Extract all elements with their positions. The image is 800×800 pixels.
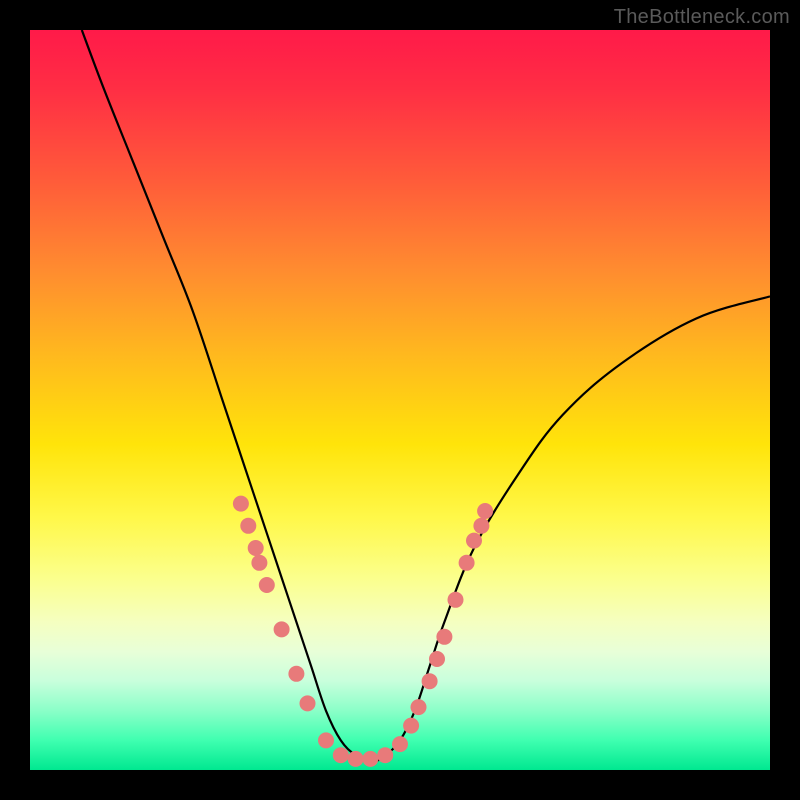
curve-marker xyxy=(274,621,290,637)
curve-marker xyxy=(411,699,427,715)
curve-marker xyxy=(429,651,445,667)
curve-marker xyxy=(333,747,349,763)
curve-marker xyxy=(300,695,316,711)
curve-marker xyxy=(477,503,493,519)
curve-marker xyxy=(248,540,264,556)
curve-marker xyxy=(233,496,249,512)
curve-marker xyxy=(288,666,304,682)
bottleneck-chart-svg xyxy=(30,30,770,770)
curve-marker xyxy=(422,673,438,689)
bottleneck-curve-line xyxy=(82,30,770,763)
curve-marker xyxy=(448,592,464,608)
chart-plot-area xyxy=(30,30,770,770)
curve-marker xyxy=(318,732,334,748)
curve-marker xyxy=(436,629,452,645)
curve-marker xyxy=(377,747,393,763)
curve-marker xyxy=(259,577,275,593)
watermark-text: TheBottleneck.com xyxy=(614,6,790,29)
curve-marker xyxy=(392,736,408,752)
curve-marker xyxy=(240,518,256,534)
curve-marker xyxy=(466,533,482,549)
curve-marker xyxy=(251,555,267,571)
curve-markers-group xyxy=(233,496,493,767)
curve-marker xyxy=(459,555,475,571)
curve-marker xyxy=(473,518,489,534)
curve-marker xyxy=(403,718,419,734)
curve-marker xyxy=(348,751,364,767)
curve-marker xyxy=(362,751,378,767)
